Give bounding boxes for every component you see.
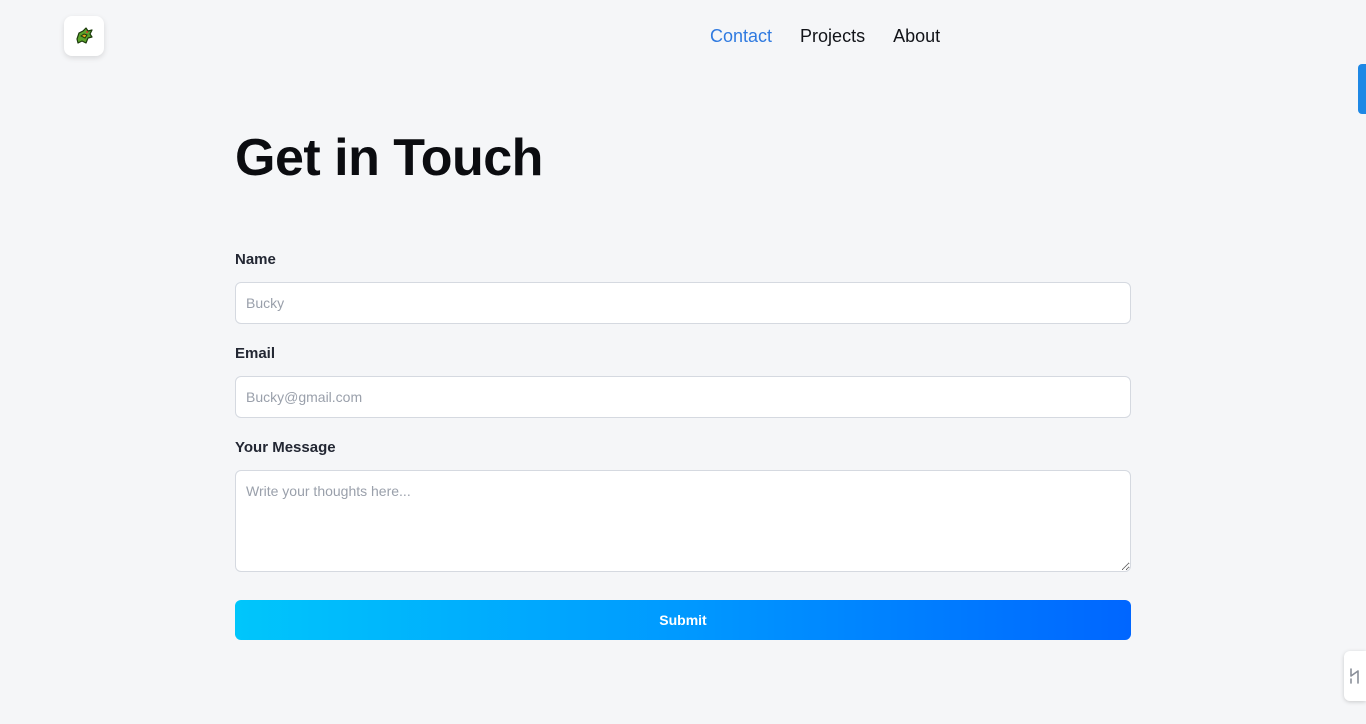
nav-link-contact[interactable]: Contact — [710, 24, 772, 48]
submit-button[interactable]: Submit — [235, 600, 1131, 640]
nav-link-projects[interactable]: Projects — [800, 24, 865, 48]
edge-widget-button[interactable] — [1344, 651, 1366, 701]
email-label: Email — [235, 345, 276, 362]
message-field-group: Your Message — [235, 438, 1131, 572]
contact-form: Name Email Your Message Submit — [235, 250, 1131, 640]
message-label: Your Message — [235, 439, 336, 456]
name-field-group: Name — [235, 250, 1131, 324]
name-input[interactable] — [235, 282, 1131, 324]
main-nav: Contact Projects About — [710, 24, 940, 48]
pen-tool-icon — [1350, 668, 1359, 684]
page-title: Get in Touch — [235, 129, 543, 187]
message-textarea[interactable] — [235, 470, 1131, 572]
email-input[interactable] — [235, 376, 1131, 418]
page: Contact Projects About Get in Touch Name… — [0, 0, 1366, 724]
logo-button[interactable] — [64, 16, 104, 56]
name-label: Name — [235, 251, 276, 268]
side-tab[interactable] — [1358, 64, 1366, 114]
nav-link-about[interactable]: About — [893, 24, 940, 48]
dragon-logo-icon — [76, 27, 93, 44]
email-field-group: Email — [235, 344, 1131, 418]
